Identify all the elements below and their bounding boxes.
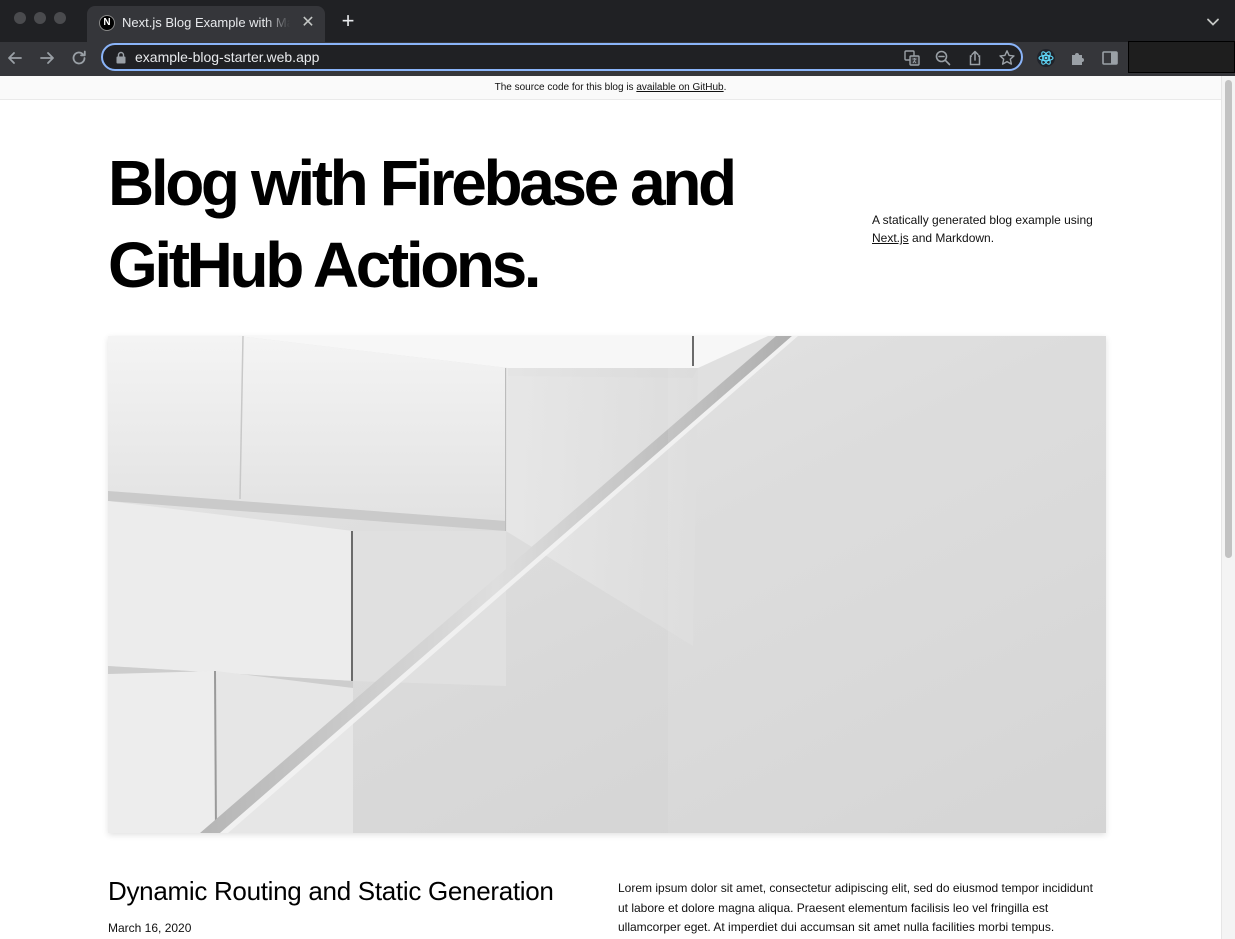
new-tab-button[interactable]: + bbox=[338, 10, 358, 32]
share-icon[interactable] bbox=[966, 49, 984, 67]
address-bar[interactable]: example-blog-starter.web.app bbox=[101, 43, 1023, 71]
blog-intro: A statically generated blog example usin… bbox=[872, 211, 1112, 247]
reload-icon[interactable] bbox=[68, 47, 90, 69]
lock-icon[interactable] bbox=[115, 51, 127, 64]
github-link[interactable]: available on GitHub bbox=[636, 82, 723, 93]
bookmark-star-icon[interactable] bbox=[998, 49, 1016, 67]
intro-suffix: and Markdown. bbox=[908, 231, 995, 245]
side-panel-icon[interactable] bbox=[1100, 48, 1120, 68]
window-close-button[interactable] bbox=[14, 12, 26, 24]
alert-text: The source code for this blog is bbox=[494, 82, 637, 93]
back-arrow-icon[interactable] bbox=[4, 47, 26, 69]
scrollbar-thumb[interactable] bbox=[1225, 80, 1232, 558]
profile-button[interactable] bbox=[1128, 41, 1235, 73]
hero-post-cover-image[interactable] bbox=[108, 336, 1106, 833]
source-code-alert: The source code for this blog is availab… bbox=[0, 76, 1221, 100]
hero-post-excerpt: Lorem ipsum dolor sit amet, consectetur … bbox=[618, 881, 1093, 934]
blog-title: Blog with Firebase and GitHub Actions. bbox=[108, 147, 737, 301]
tab-strip: N Next.js Blog Example with Markdown ✕ + bbox=[0, 0, 1235, 42]
url-text[interactable]: example-blog-starter.web.app bbox=[135, 49, 319, 65]
browser-chrome: N Next.js Blog Example with Markdown ✕ +… bbox=[0, 0, 1235, 76]
alert-suffix: . bbox=[723, 82, 727, 93]
hero-post-title[interactable]: Dynamic Routing and Static Generation bbox=[108, 876, 554, 907]
react-devtools-icon[interactable] bbox=[1036, 48, 1056, 68]
browser-toolbar: example-blog-starter.web.app bbox=[0, 41, 1235, 76]
tab-close-icon[interactable]: ✕ bbox=[299, 14, 317, 32]
zoom-out-icon[interactable] bbox=[934, 49, 952, 67]
hero-post-date: March 16, 2020 bbox=[108, 921, 192, 935]
intro-text: A statically generated blog example usin… bbox=[872, 213, 1093, 227]
forward-arrow-icon[interactable] bbox=[36, 47, 58, 69]
chevron-down-icon[interactable] bbox=[1203, 12, 1223, 32]
browser-tab[interactable]: N Next.js Blog Example with Markdown ✕ bbox=[87, 6, 325, 42]
cover-image-art bbox=[108, 336, 1106, 833]
translate-icon[interactable] bbox=[903, 49, 921, 67]
window-zoom-button[interactable] bbox=[54, 12, 66, 24]
tab-title: Next.js Blog Example with Markdown bbox=[122, 15, 290, 30]
extensions-puzzle-icon[interactable] bbox=[1068, 48, 1088, 68]
page-viewport: The source code for this blog is availab… bbox=[0, 76, 1221, 939]
nextjs-link[interactable]: Next.js bbox=[872, 231, 909, 245]
nextjs-favicon-icon: N bbox=[99, 15, 115, 31]
window-minimize-button[interactable] bbox=[34, 12, 46, 24]
page-scrollbar[interactable] bbox=[1221, 76, 1235, 939]
